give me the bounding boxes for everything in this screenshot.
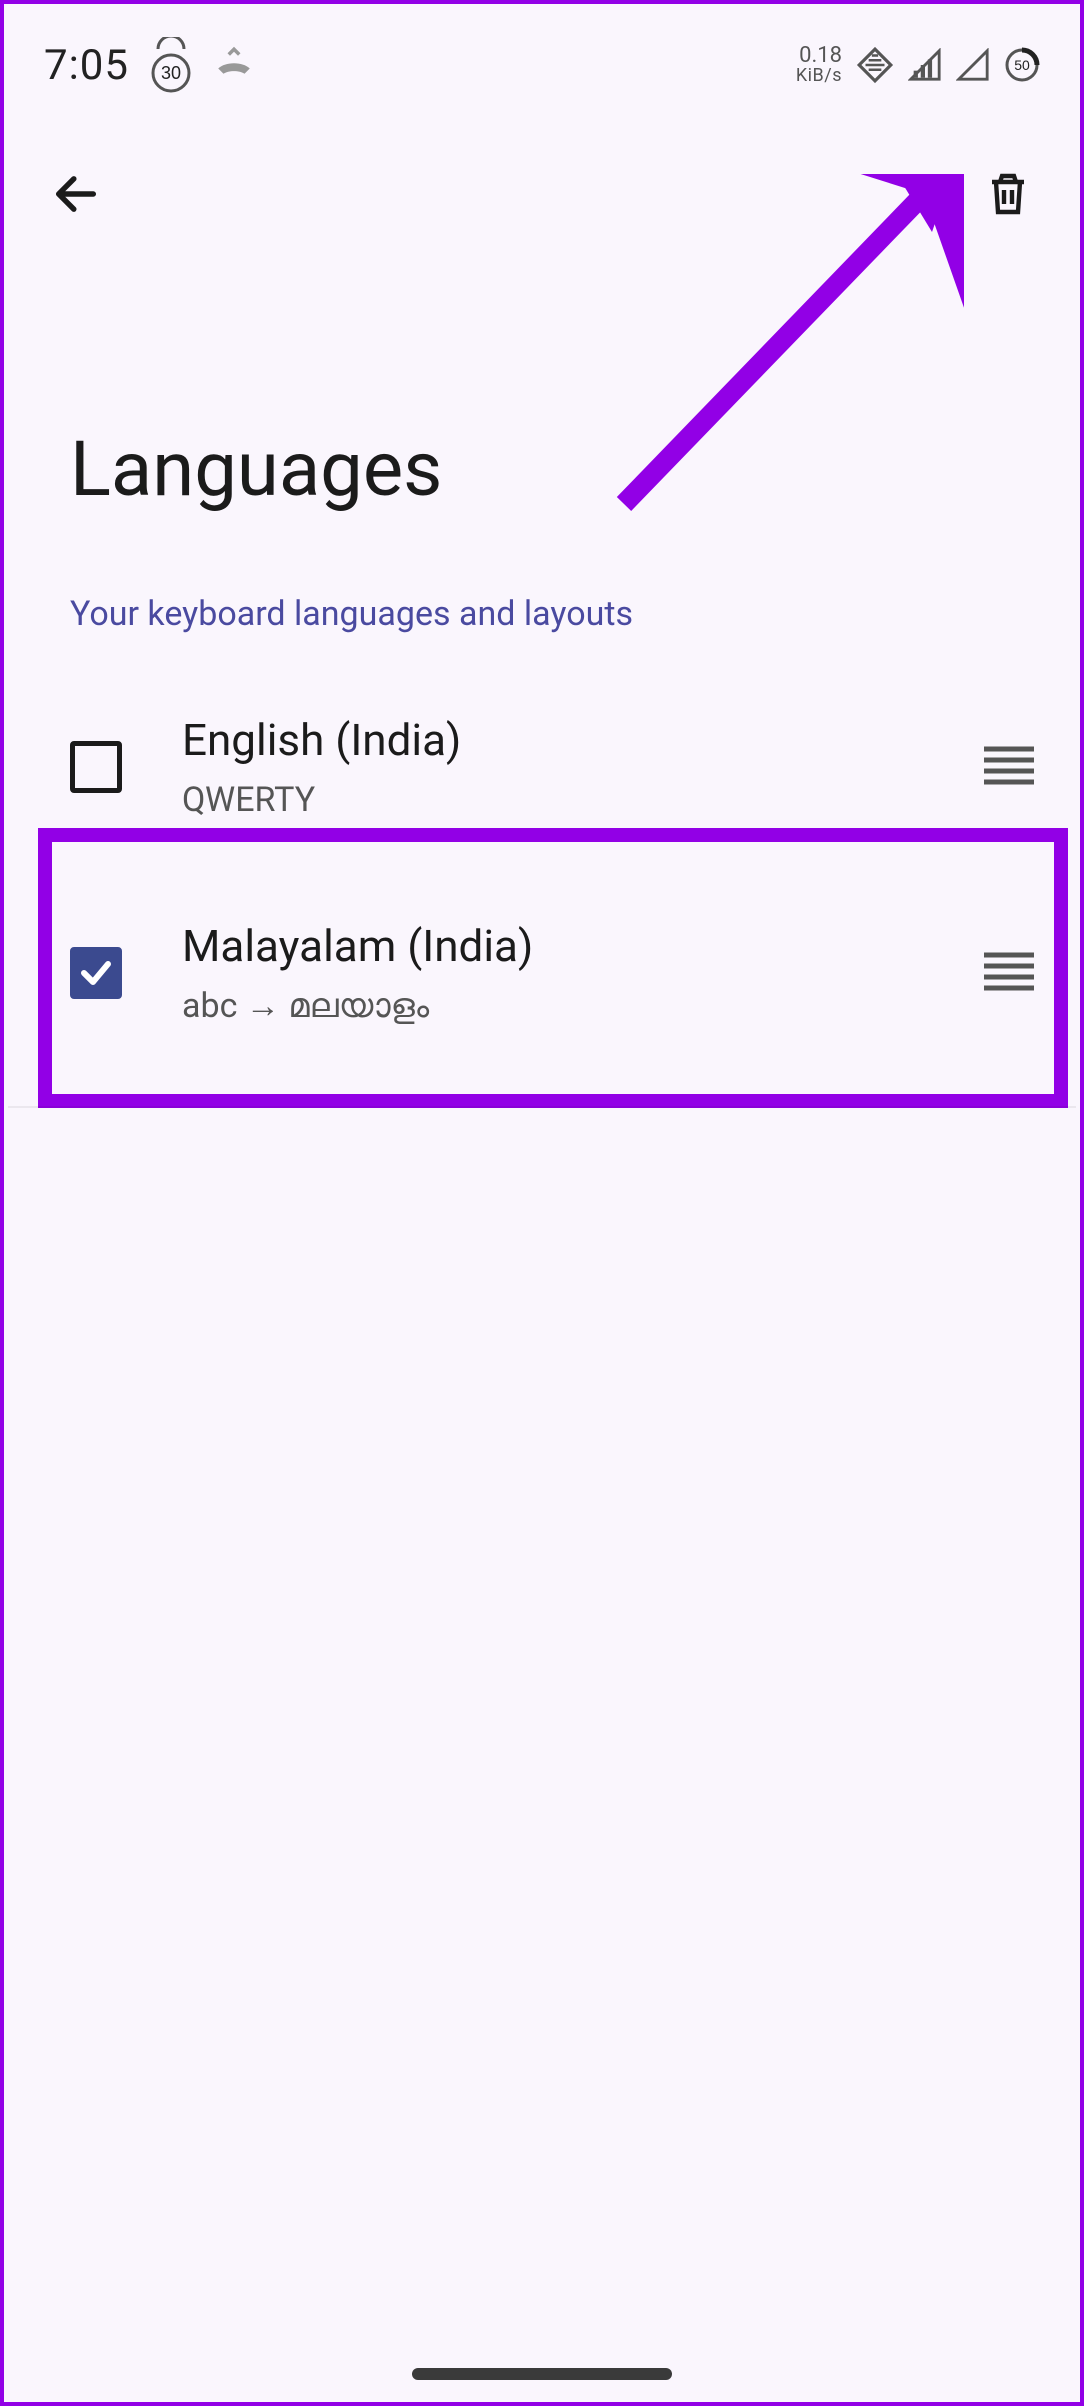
back-button[interactable] [40,158,112,230]
page-title: Languages [4,244,1080,514]
drag-handle-icon[interactable] [982,745,1036,789]
status-bar: 7:05 30 0.18 KiB/s [4,4,1080,104]
status-right: 0.18 KiB/s 50 [796,45,1040,85]
gesture-nav-handle[interactable] [412,2368,672,2380]
signal-2-icon [956,48,990,82]
section-subhead: Your keyboard languages and layouts [4,514,1080,674]
svg-text:50: 50 [1014,57,1030,73]
battery-icon: 50 [1004,47,1040,83]
status-left: 7:05 30 [44,37,255,93]
wifi-icon [856,46,894,84]
language-name: English (India) [182,714,922,766]
missed-call-icon [213,44,255,86]
arrow-left-icon [50,168,102,220]
net-speed-unit: KiB/s [796,67,842,85]
list-divider [8,1106,1076,1108]
language-text: English (India) QWERTY [182,714,922,820]
delete-button[interactable] [972,158,1044,230]
signal-1-icon [908,48,942,82]
net-speed-value: 0.18 [799,45,842,67]
toolbar [4,104,1080,244]
annotation-highlight [38,828,1068,1108]
net-speed: 0.18 KiB/s [796,45,842,85]
language-layout: QWERTY [182,780,922,820]
status-time: 7:05 [44,41,129,90]
svg-text:30: 30 [161,63,181,83]
checkbox-english[interactable] [70,741,122,793]
trash-icon [984,170,1032,218]
calendar-badge-icon: 30 [143,37,199,93]
